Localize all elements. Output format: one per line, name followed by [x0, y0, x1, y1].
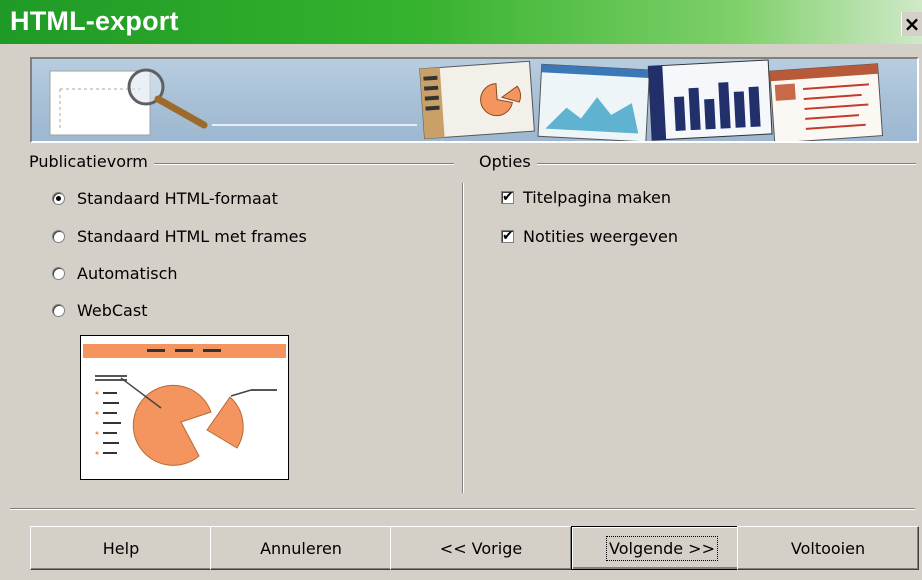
radio-webcast-label: WebCast — [77, 300, 148, 320]
radio-webcast[interactable]: WebCast — [52, 299, 147, 321]
help-button[interactable]: Help — [30, 526, 212, 570]
publication-group-title: Publicatievorm — [29, 152, 154, 171]
publication-options: Standaard HTML-formaat Standaard HTML me… — [52, 187, 452, 327]
radio-standard-html[interactable]: Standaard HTML-formaat — [52, 187, 278, 209]
checkbox-notes[interactable]: ✔ Notities weergeven — [501, 225, 678, 247]
cancel-button-label: Annuleren — [260, 538, 342, 558]
window-title: HTML-export — [10, 6, 179, 36]
close-button[interactable]: × — [901, 12, 922, 36]
radio-html-frames-label: Standaard HTML met frames — [77, 226, 307, 246]
check-icon[interactable]: ✔ — [501, 190, 514, 204]
next-button[interactable]: Volgende >> — [571, 526, 753, 570]
options-group-line — [480, 163, 916, 165]
cancel-button[interactable]: Annuleren — [210, 526, 392, 570]
back-button-label: << Vorige — [439, 538, 523, 558]
finish-button[interactable]: Voltooien — [737, 526, 919, 570]
radio-automatic-label: Automatisch — [77, 263, 178, 283]
options-list: ✔ Titelpagina maken ✔ Notities weergeven — [501, 186, 901, 256]
radio-icon[interactable] — [52, 191, 65, 205]
radio-html-frames[interactable]: Standaard HTML met frames — [52, 225, 307, 247]
radio-standard-html-label: Standaard HTML-formaat — [77, 188, 278, 208]
radio-icon[interactable] — [52, 229, 65, 243]
finish-button-label: Voltooien — [790, 538, 866, 558]
checkbox-title-page-label: Titelpagina maken — [523, 187, 671, 207]
next-button-label: Volgende >> — [606, 535, 718, 561]
checkbox-title-page[interactable]: ✔ Titelpagina maken — [501, 186, 671, 208]
checkbox-notes-label: Notities weergeven — [523, 226, 678, 246]
check-icon[interactable]: ✔ — [501, 229, 514, 243]
help-button-label: Help — [102, 538, 140, 558]
button-separator — [10, 508, 915, 510]
close-icon: × — [903, 12, 921, 36]
title-bar: HTML-export — [0, 0, 922, 44]
group-divider — [462, 183, 464, 493]
layout-preview — [80, 335, 289, 480]
radio-automatic[interactable]: Automatisch — [52, 262, 178, 284]
radio-icon[interactable] — [52, 266, 65, 280]
header-banner — [30, 57, 919, 143]
radio-icon[interactable] — [52, 303, 65, 317]
options-group-title: Opties — [479, 152, 537, 171]
back-button[interactable]: << Vorige — [390, 526, 572, 570]
